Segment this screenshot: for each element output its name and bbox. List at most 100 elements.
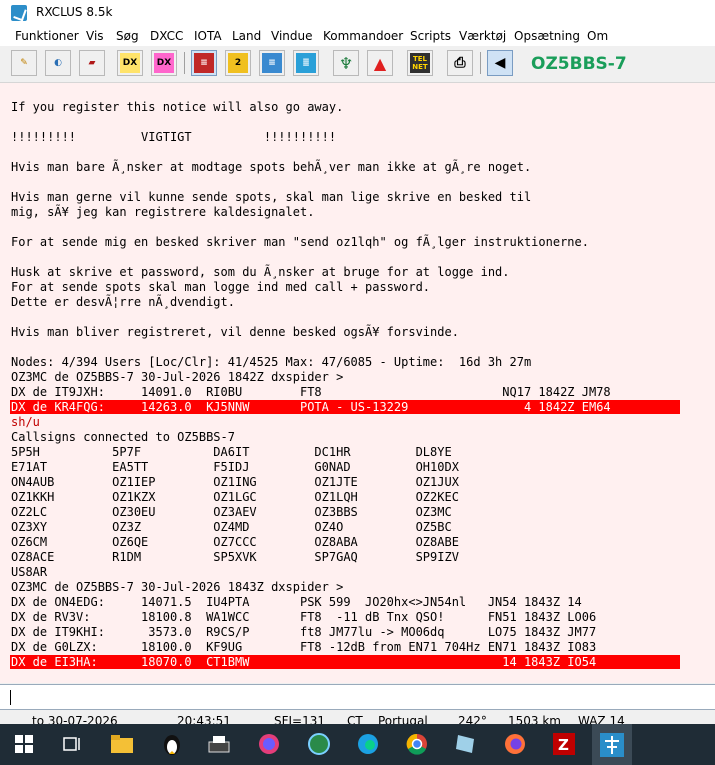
printer-button[interactable]: ⎙ (447, 50, 473, 76)
terminal-line: Callsigns connected to OZ5BBS-7 (11, 430, 235, 444)
bell-icon: ▲ (373, 53, 387, 73)
typewriter-icon[interactable] (207, 732, 231, 756)
terminal-line: OZ3MC de OZ5BBS-7 30-Jul-2026 1843Z dxsp… (11, 580, 344, 594)
terminal-line: US8AR (11, 565, 48, 579)
radar-icon: ◐ (54, 58, 62, 68)
taskbar: Z (0, 724, 715, 765)
terminal-line: E71AT EA5TT F5IDJ G0NAD OH10DX (11, 460, 459, 474)
terminal-line: ON4AUB OZ1IEP OZ1ING OZ1JTE OZ1JUX (11, 475, 459, 489)
svg-text:Z: Z (558, 736, 569, 754)
dx-icon: DX (120, 53, 140, 73)
notes-app-icon[interactable] (453, 732, 477, 756)
dx-search-button[interactable]: DX (151, 50, 177, 76)
linux-penguin-icon[interactable] (160, 732, 184, 756)
terminal-line: Nodes: 4/394 Users [Loc/Clr]: 41/4525 Ma… (11, 355, 532, 369)
eraser-button[interactable]: ▰ (79, 50, 105, 76)
terminal-line: OZ1KKH OZ1KZX OZ1LGC OZ1LQH OZ2KEC (11, 490, 459, 504)
terminal-line: mig, sÃ¥ jeg kan registrere kaldesignale… (11, 205, 315, 219)
terminal-line: OZ3MC de OZ5BBS-7 30-Jul-2026 1842Z dxsp… (11, 370, 344, 384)
terminal-line: For at sende spots skal man logge ind me… (11, 280, 431, 294)
notebook2-icon: 2 (228, 53, 248, 73)
color-circle-icon[interactable] (257, 732, 281, 756)
menu-vis[interactable]: Vis (86, 29, 104, 43)
file-explorer-icon[interactable] (110, 732, 134, 756)
firefox-icon[interactable] (503, 732, 527, 756)
terminal-line: DX de KR4FQG: 14263.0 KJ5NNW POTA - US-1… (11, 400, 611, 414)
status-bar: to 30-07-2026 20:43:51 SFI=131 CT Portug… (0, 710, 715, 724)
terminal-line: sh/u (11, 415, 40, 429)
dx-button[interactable]: DX (117, 50, 143, 76)
filezilla-icon[interactable]: Z (552, 732, 576, 756)
speaker-button[interactable]: ◀ (487, 50, 513, 76)
window-title: RXCLUS 8.5k (36, 5, 113, 19)
terminal-line: For at sende mig en besked skriver man "… (11, 235, 589, 249)
menu-funktioner[interactable]: Funktioner (15, 29, 79, 43)
terminal-line: OZ6CM OZ6QE OZ7CCC OZ8ABA OZ8ABE (11, 535, 459, 549)
antenna-button[interactable]: ♆ (333, 50, 359, 76)
terminal-line: If you register this notice will also go… (11, 100, 344, 114)
text-cursor (10, 690, 11, 705)
telnet-icon: TEL NET (410, 53, 430, 73)
notes-button[interactable]: ≡ (259, 50, 285, 76)
node-callsign: OZ5BBS-7 (531, 54, 627, 74)
magnifier-dx-icon: DX (154, 53, 174, 73)
terminal-line: Dette er desvÃ¦rre nÃ¸dvendigt. (11, 295, 235, 309)
title-bar: RXCLUS 8.5k (0, 0, 715, 26)
menu-dxcc[interactable]: DXCC (150, 29, 183, 43)
list-button[interactable]: ≣ (293, 50, 319, 76)
terminal-line: Husk at skrive et password, som du Ã¸nsk… (11, 265, 510, 279)
menu-vindue[interactable]: Vindue (271, 29, 313, 43)
terminal-line: DX de ON4EDG: 14071.5 IU4PTA PSK 599 JO2… (11, 595, 582, 609)
menu-bar: Funktioner Vis Søg DXCC IOTA Land Vindue… (0, 26, 715, 46)
status-sfi: SFI=131 (274, 714, 326, 724)
toolbar: ✎ ◐ ▰ DX DX ≡ 2 ≡ ≣ ♆ ▲ TEL NET ⎙ ◀ OZ5B… (0, 46, 715, 83)
terminal-line: DX de EI3HA: 18070.0 CT1BMW 14 1843Z IO5… (11, 655, 597, 669)
notebook2-button[interactable]: 2 (225, 50, 251, 76)
chrome-icon[interactable] (405, 732, 429, 756)
terminal-line: Hvis man gerne vil kunne sende spots, sk… (11, 190, 532, 204)
command-input[interactable] (0, 684, 715, 710)
status-time: 20:43:51 (177, 714, 231, 724)
list-icon: ≣ (296, 53, 316, 73)
radar-button[interactable]: ◐ (45, 50, 71, 76)
speaker-icon: ◀ (494, 55, 506, 71)
status-country: Portugal (378, 714, 428, 724)
eraser-icon: ▰ (88, 58, 96, 68)
rxclus-icon[interactable] (592, 724, 632, 765)
menu-kommandoer[interactable]: Kommandoer (323, 29, 403, 43)
status-date: to 30-07-2026 (32, 714, 118, 724)
menu-scripts[interactable]: Scripts (410, 29, 451, 43)
terminal-line: !!!!!!!!! VIGTIGT !!!!!!!!!! (11, 130, 337, 144)
pin-icon: ✎ (20, 58, 28, 68)
status-bearing: 242° (458, 714, 487, 724)
terminal-line: OZ3XY OZ3Z OZ4MD OZ4O OZ5BC (11, 520, 452, 534)
globe-icon[interactable] (307, 732, 331, 756)
terminal-line: OZ2LC OZ30EU OZ3AEV OZ3BBS OZ3MC (11, 505, 452, 519)
status-distance: 1503 km (508, 714, 561, 724)
task-view-icon[interactable] (59, 732, 83, 756)
edge-icon[interactable] (356, 732, 380, 756)
toolbar-separator (184, 52, 185, 74)
terminal-line: OZ8ACE R1DM SP5XVK SP7GAQ SP9IZV (11, 550, 459, 564)
terminal-line: 5P5H 5P7F DA6IT DC1HR DL8YE (11, 445, 452, 459)
bell-button[interactable]: ▲ (367, 50, 393, 76)
notebook-button[interactable]: ≡ (191, 50, 217, 76)
menu-sog[interactable]: Søg (116, 29, 139, 43)
status-waz: WAZ 14 (578, 714, 625, 724)
menu-vaerktoj[interactable]: Værktøj (459, 29, 506, 43)
telnet-button[interactable]: TEL NET (407, 50, 433, 76)
status-prefix: CT (347, 714, 363, 724)
menu-land[interactable]: Land (232, 29, 261, 43)
printer-icon: ⎙ (454, 55, 466, 71)
menu-opsaetning[interactable]: Opsætning (514, 29, 580, 43)
windows-start-icon[interactable] (12, 732, 36, 756)
menu-iota[interactable]: IOTA (194, 29, 222, 43)
notebook-icon: ≡ (194, 53, 214, 73)
terminal-line: DX de G0LZX: 18100.0 KF9UG FT8 -12dB fro… (11, 640, 597, 654)
terminal-line: Hvis man bare Ã¸nsker at modtage spots b… (11, 160, 532, 174)
menu-om[interactable]: Om (587, 29, 608, 43)
pin-button[interactable]: ✎ (11, 50, 37, 76)
terminal-output[interactable]: If you register this notice will also go… (0, 83, 715, 683)
toolbar-separator (480, 52, 481, 74)
terminal-line: Hvis man bliver registreret, vil denne b… (11, 325, 459, 339)
